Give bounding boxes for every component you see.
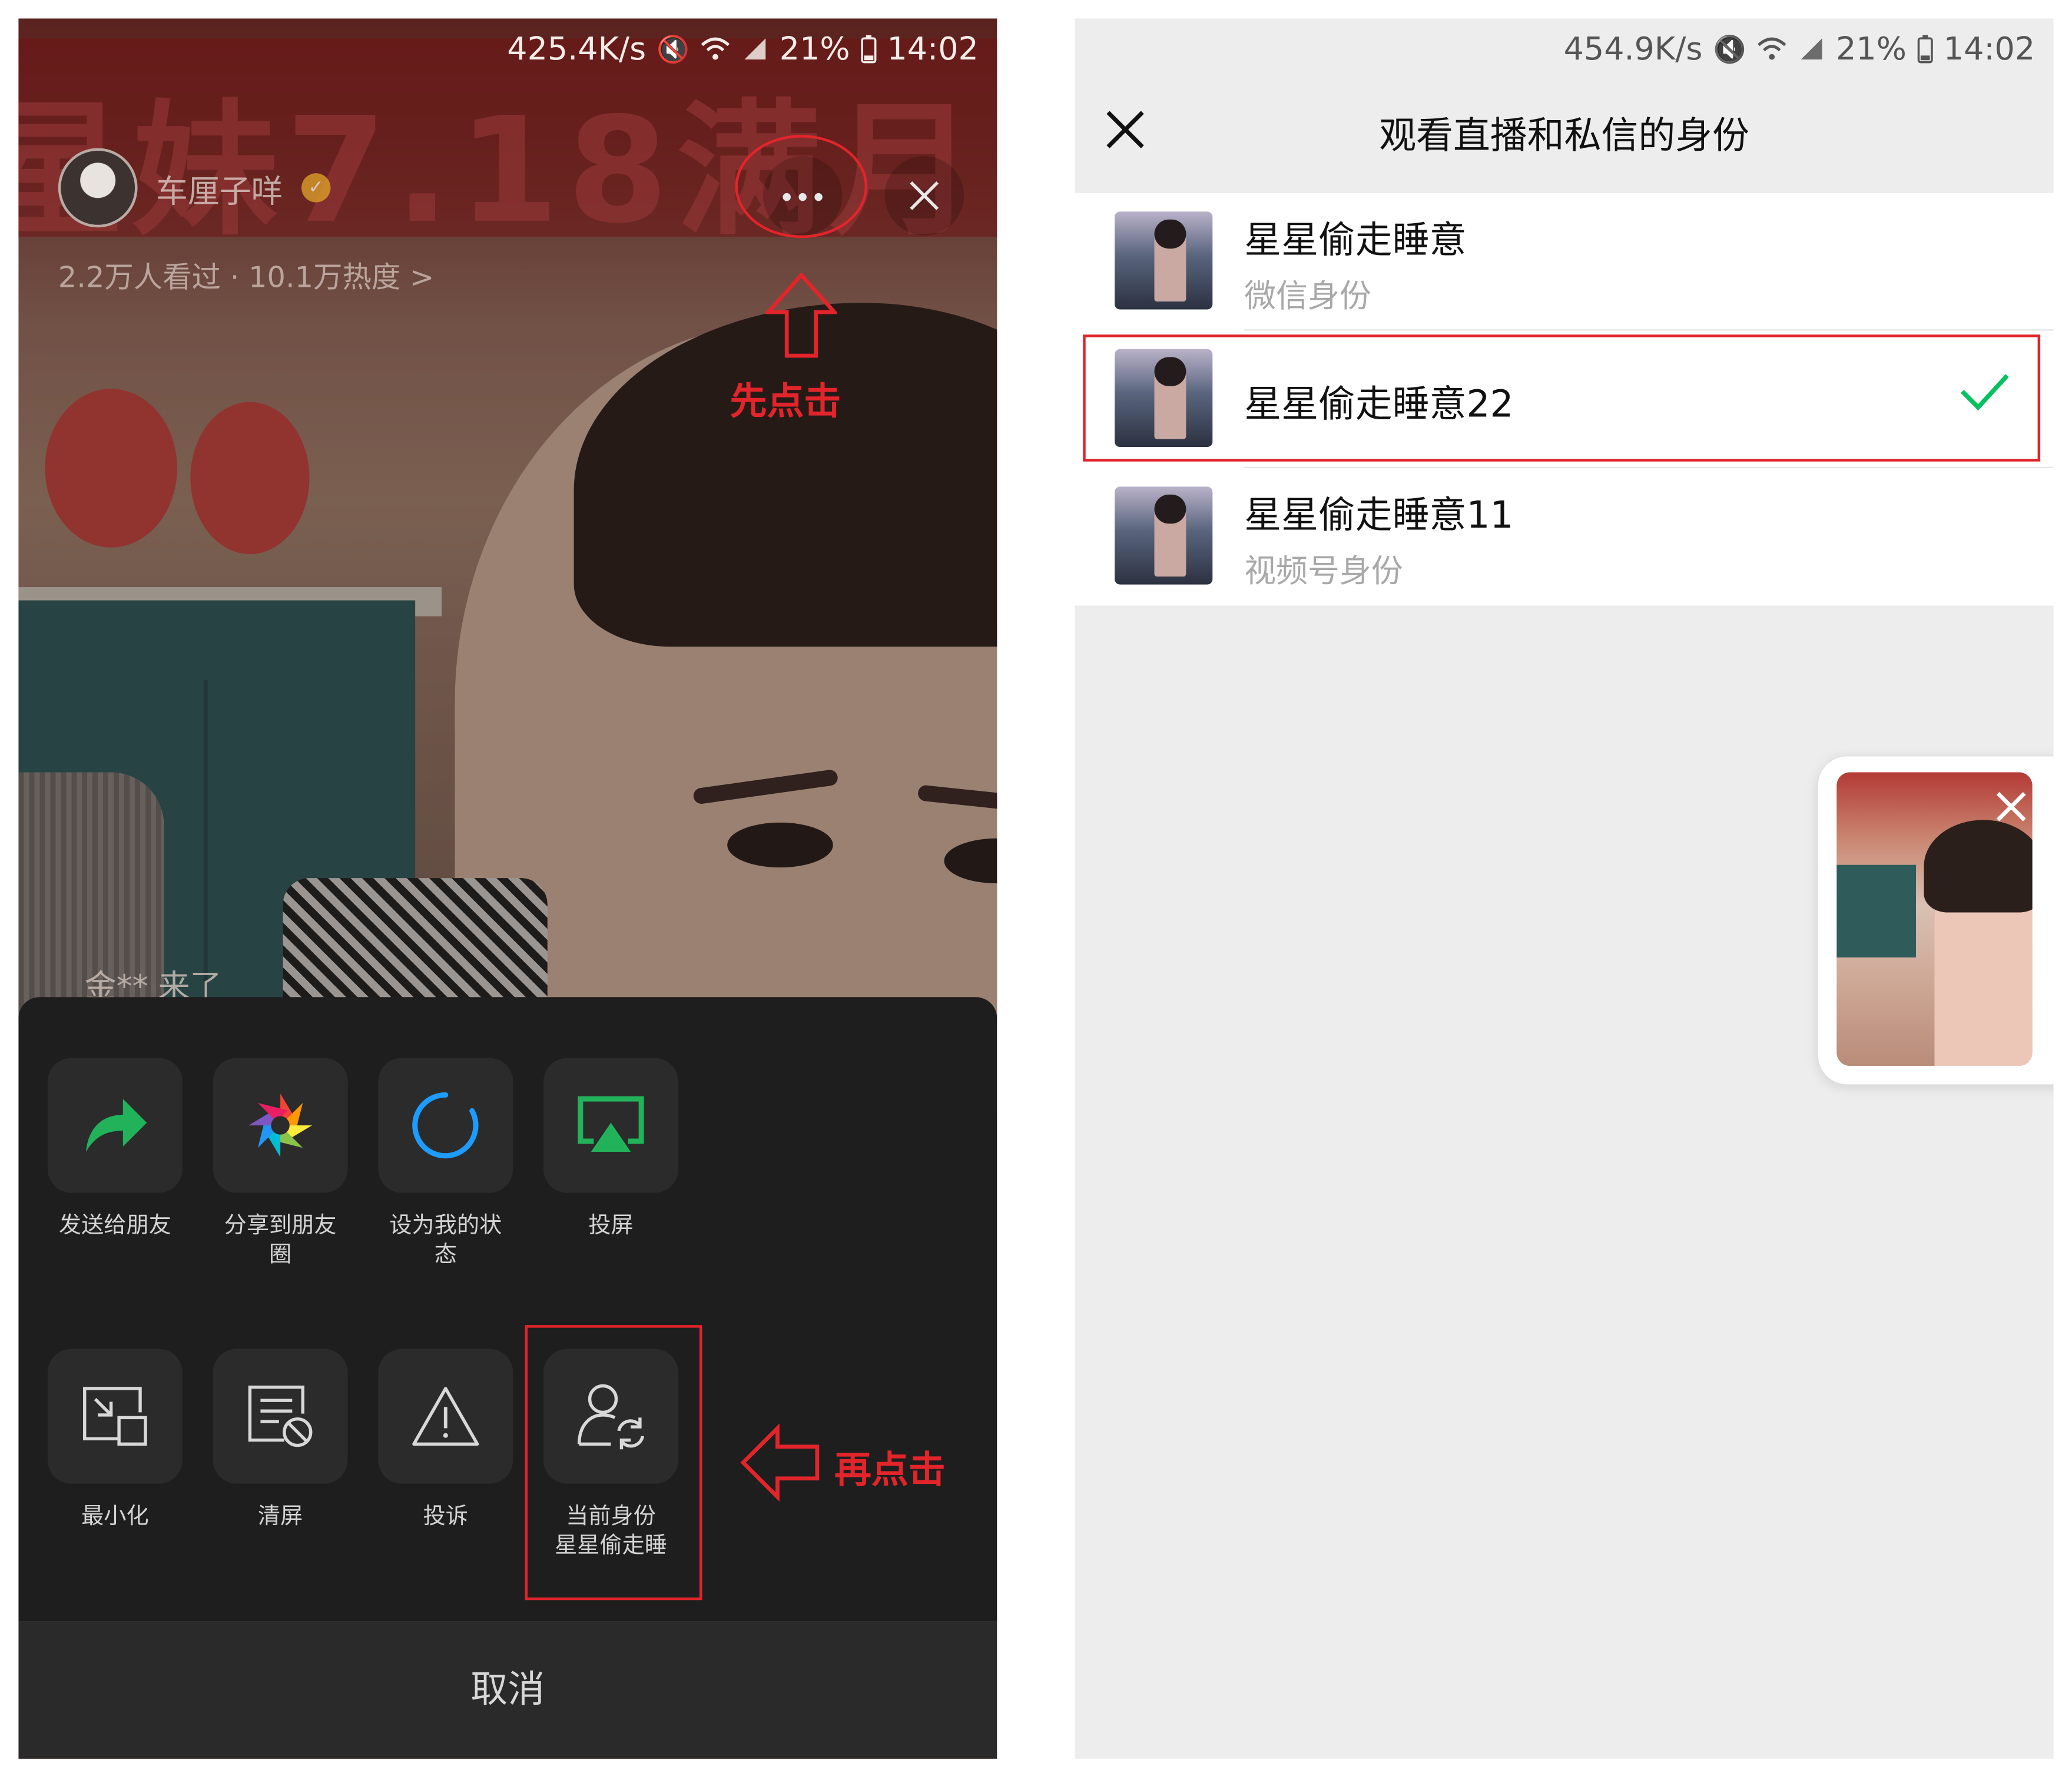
annotation-circle <box>735 135 868 238</box>
close-icon <box>910 181 939 210</box>
network-speed: 425.4K/s <box>507 30 647 68</box>
floating-video[interactable] <box>1836 772 2033 1066</box>
clock: 14:02 <box>887 30 979 68</box>
action-tile[interactable] <box>378 1348 513 1484</box>
battery-percent: 21% <box>779 30 850 68</box>
signal-icon <box>1801 38 1823 60</box>
wifi-icon <box>701 37 731 60</box>
action-label: 设为我的状态 <box>389 1212 502 1268</box>
identity-row-wechat[interactable]: 星星偷走睡意 微信身份 <box>1075 193 2054 331</box>
battery-percent: 21% <box>1836 30 1907 68</box>
annotation-first-click: 先点击 <box>730 379 841 423</box>
cancel-button[interactable]: 取消 <box>18 1621 997 1759</box>
floating-live-window[interactable] <box>1818 756 2054 1085</box>
identity-avatar <box>1115 486 1213 585</box>
status-bar: 454.9K/s 🔇 21% 14:02 <box>1564 18 2035 79</box>
close-live-button[interactable] <box>884 155 964 236</box>
warning-triangle-icon <box>412 1387 479 1446</box>
minimize-window-icon <box>83 1387 147 1446</box>
cast-screen-icon <box>578 1096 644 1152</box>
action-label: 投屏 <box>588 1212 634 1240</box>
live-stream-screen: 星妹7.18满月 425.4K/s 🔇 21% 14:02 车厘子咩 ✓ 2.2… <box>18 18 997 1759</box>
action-tile[interactable] <box>213 1058 348 1193</box>
action-tile[interactable] <box>213 1348 348 1484</box>
comparison-canvas: 星妹7.18满月 425.4K/s 🔇 21% 14:02 车厘子咩 ✓ 2.2… <box>0 0 2072 1776</box>
avatar[interactable] <box>58 148 138 228</box>
wifi-icon <box>1758 37 1787 60</box>
signal-icon <box>745 38 767 60</box>
action-set-status[interactable]: 设为我的状态 <box>373 1058 518 1270</box>
identity-name: 星星偷走睡意11 <box>1244 493 1514 537</box>
action-report[interactable]: 投诉 <box>373 1348 518 1532</box>
page-title: 观看直播和私信的身份 <box>1379 114 1750 158</box>
action-share-moments[interactable]: 分享到朋友圈 <box>208 1058 353 1270</box>
close-icon[interactable] <box>1993 788 2030 825</box>
annotation-highlight-box <box>525 1325 702 1601</box>
network-speed: 454.9K/s <box>1563 30 1703 68</box>
nav-bar: 观看直播和私信的身份 <box>1075 79 2054 193</box>
identity-select-screen: 454.9K/s 🔇 21% 14:02 观看直播和私信的身份 星星偷走睡意 微… <box>1075 18 2054 1759</box>
annotation-up-arrow-icon <box>765 272 837 358</box>
action-tile[interactable] <box>47 1058 183 1193</box>
clear-screen-icon <box>248 1386 313 1447</box>
verified-badge-icon: ✓ <box>301 173 331 203</box>
share-arrow-icon <box>85 1099 147 1152</box>
clock: 14:02 <box>1943 30 2035 68</box>
action-minimize[interactable]: 最小化 <box>42 1348 188 1532</box>
identity-type: 视频号身份 <box>1244 552 1403 590</box>
action-label: 投诉 <box>423 1503 468 1530</box>
status-bar: 425.4K/s 🔇 21% 14:02 <box>507 18 979 79</box>
action-label: 清屏 <box>257 1503 303 1530</box>
status-ring-icon <box>412 1092 479 1159</box>
identity-row-channels[interactable]: 星星偷走睡意11 视频号身份 <box>1075 468 2054 606</box>
moments-shutter-icon <box>248 1094 312 1157</box>
annotation-second-click: 再点击 <box>834 1448 946 1492</box>
action-tile[interactable] <box>378 1058 513 1193</box>
identity-type: 微信身份 <box>1244 277 1371 315</box>
mute-icon: 🔇 <box>657 33 690 65</box>
action-label: 分享到朋友圈 <box>224 1212 337 1268</box>
mute-icon: 🔇 <box>1713 33 1746 65</box>
anchor-info[interactable]: 车厘子咩 ✓ <box>58 148 331 228</box>
anchor-name: 车厘子咩 <box>155 173 283 210</box>
identity-name: 星星偷走睡意 <box>1244 218 1467 262</box>
battery-icon <box>1917 35 1933 64</box>
annotation-left-arrow-icon <box>740 1423 820 1502</box>
action-label: 最小化 <box>81 1503 149 1530</box>
identity-avatar <box>1115 211 1213 310</box>
more-actions-sheet: 发送给朋友 分享到朋友圈 设为我的状态 投屏 最小化 清屏 投诉 当前身份 星星… <box>18 997 997 1622</box>
action-cast-screen[interactable]: 投屏 <box>538 1058 684 1241</box>
close-icon[interactable] <box>1102 106 1149 154</box>
action-clear-screen[interactable]: 清屏 <box>208 1348 353 1532</box>
action-tile[interactable] <box>543 1058 679 1193</box>
annotation-highlight-box <box>1083 334 2041 462</box>
action-tile[interactable] <box>47 1348 183 1484</box>
live-stats-link[interactable]: 2.2万人看过 · 10.1万热度 > <box>58 254 435 296</box>
action-send-to-friend[interactable]: 发送给朋友 <box>42 1058 188 1241</box>
action-label: 发送给朋友 <box>58 1212 171 1240</box>
battery-icon <box>861 35 877 64</box>
